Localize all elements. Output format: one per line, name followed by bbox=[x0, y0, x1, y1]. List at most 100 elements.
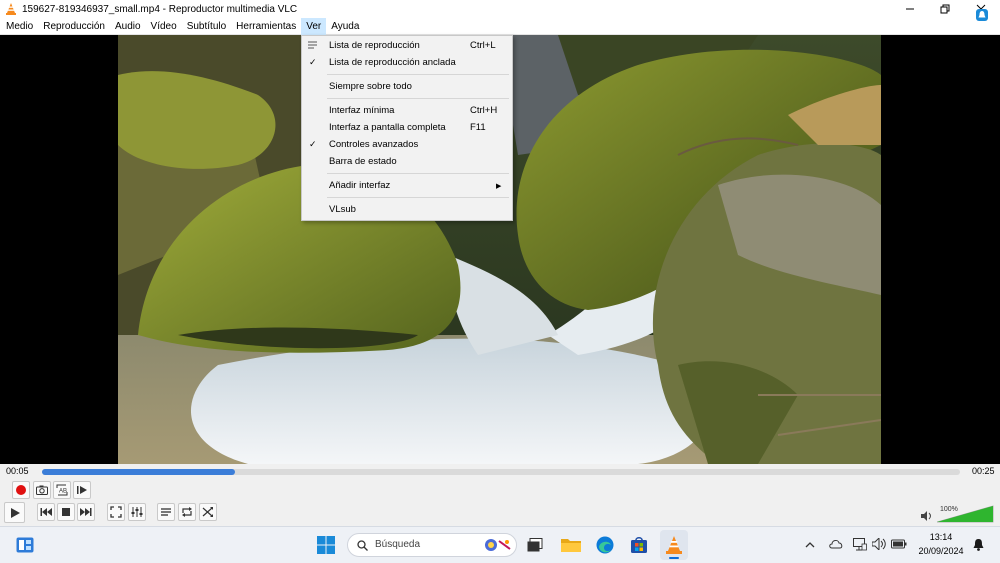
menu-item-shortcut: Ctrl+H bbox=[470, 105, 498, 116]
menu-herramientas[interactable]: Herramientas bbox=[231, 18, 301, 35]
store-button[interactable] bbox=[629, 535, 649, 555]
menu-item-label: Controles avanzados bbox=[329, 139, 419, 150]
shuffle-icon bbox=[202, 507, 213, 517]
battery-icon[interactable] bbox=[891, 539, 907, 549]
playlist-button[interactable] bbox=[157, 503, 175, 521]
minimize-icon bbox=[906, 8, 914, 10]
loop-button[interactable] bbox=[178, 503, 196, 521]
loop-ab-button[interactable]: AB bbox=[53, 481, 71, 499]
checkmark-icon: ✓ bbox=[309, 57, 317, 67]
vlc-taskbar-button[interactable] bbox=[660, 530, 688, 560]
windows-logo-icon bbox=[317, 536, 335, 554]
edge-browser-icon bbox=[596, 536, 614, 554]
play-button[interactable] bbox=[4, 502, 25, 523]
menu-item-shortcut: Ctrl+L bbox=[470, 40, 496, 51]
menu-medio[interactable]: Medio bbox=[0, 18, 38, 35]
record-button[interactable] bbox=[12, 481, 30, 499]
search-placeholder: Búsqueda bbox=[375, 539, 421, 550]
start-button[interactable] bbox=[316, 535, 336, 555]
folder-icon bbox=[561, 539, 581, 552]
file-explorer-button[interactable] bbox=[561, 535, 581, 555]
menu-item-label: Lista de reproducción bbox=[329, 40, 420, 51]
menu-item-always-on-top[interactable]: Siempre sobre todo bbox=[302, 78, 512, 95]
active-indicator bbox=[669, 557, 679, 559]
menu-item-status-bar[interactable]: Barra de estado bbox=[302, 153, 512, 170]
menu-item-playlist[interactable]: Lista de reproducción Ctrl+L bbox=[302, 37, 512, 54]
clock-time[interactable]: 13:14 bbox=[916, 532, 966, 542]
snapshot-button[interactable] bbox=[33, 481, 51, 499]
task-view-button[interactable] bbox=[525, 535, 545, 555]
menu-separator bbox=[327, 197, 509, 198]
menu-item-label: Lista de reproducción anclada bbox=[329, 57, 456, 68]
widgets-icon bbox=[16, 537, 34, 553]
menu-reproduccion[interactable]: Reproducción bbox=[38, 18, 110, 35]
extended-settings-button[interactable] bbox=[128, 503, 146, 521]
equalizer-icon bbox=[131, 507, 143, 517]
previous-icon bbox=[40, 508, 52, 516]
menu-item-label: Interfaz a pantalla completa bbox=[329, 122, 446, 133]
notification-badge-icon[interactable] bbox=[975, 8, 989, 22]
menu-separator bbox=[327, 98, 509, 99]
search-icon bbox=[357, 540, 368, 551]
stop-icon bbox=[62, 508, 70, 516]
menu-item-fullscreen-interface[interactable]: Interfaz a pantalla completa F11 bbox=[302, 119, 512, 136]
menu-item-label: VLsub bbox=[329, 204, 356, 215]
fullscreen-button[interactable] bbox=[107, 503, 125, 521]
chevron-up-icon[interactable] bbox=[805, 541, 815, 548]
network-monitor-icon[interactable] bbox=[853, 538, 867, 551]
menu-bar: Medio Reproducción Audio Vídeo Subtítulo… bbox=[0, 17, 1000, 35]
shuffle-button[interactable] bbox=[199, 503, 217, 521]
camera-icon bbox=[36, 485, 48, 495]
restore-icon bbox=[940, 4, 950, 14]
minimize-button[interactable] bbox=[895, 0, 925, 18]
onedrive-cloud-icon[interactable] bbox=[829, 539, 843, 549]
widgets-button[interactable] bbox=[15, 535, 35, 555]
restore-button[interactable] bbox=[930, 0, 960, 18]
record-icon bbox=[16, 485, 26, 495]
volume-tray-icon[interactable] bbox=[872, 538, 886, 550]
speaker-icon[interactable] bbox=[921, 511, 932, 521]
taskbar: Búsqueda 13:14 20/09/2024 bbox=[0, 526, 1000, 563]
notification-bell-icon[interactable] bbox=[973, 538, 984, 551]
svg-text:AB: AB bbox=[59, 489, 67, 495]
menu-video[interactable]: Vídeo bbox=[146, 18, 182, 35]
taskbar-search[interactable]: Búsqueda bbox=[347, 533, 517, 557]
menu-audio[interactable]: Audio bbox=[110, 18, 146, 35]
elapsed-time: 00:05 bbox=[6, 466, 29, 476]
next-button[interactable] bbox=[77, 503, 95, 521]
menu-item-advanced-controls[interactable]: ✓ Controles avanzados bbox=[302, 136, 512, 153]
vlc-window: 159627-819346937_small.mp4 - Reproductor… bbox=[0, 0, 1000, 563]
menu-item-vlsub[interactable]: VLsub bbox=[302, 201, 512, 218]
menu-item-label: Siempre sobre todo bbox=[329, 81, 412, 92]
seek-row: 00:05 00:25 bbox=[0, 464, 1000, 478]
loop-icon bbox=[182, 507, 192, 517]
menu-item-shortcut: F11 bbox=[470, 122, 486, 133]
previous-button[interactable] bbox=[37, 503, 55, 521]
menu-item-label: Añadir interfaz bbox=[329, 180, 391, 191]
menu-item-add-interface[interactable]: Añadir interfaz ▶ bbox=[302, 177, 512, 194]
checkmark-icon: ✓ bbox=[309, 139, 317, 149]
vlc-cone-icon bbox=[666, 536, 682, 554]
submenu-arrow-icon: ▶ bbox=[496, 182, 502, 190]
title-bar: 159627-819346937_small.mp4 - Reproductor… bbox=[0, 0, 1000, 18]
menu-subtitulo[interactable]: Subtítulo bbox=[182, 18, 231, 35]
menu-item-label: Interfaz mínima bbox=[329, 105, 395, 116]
loop-ab-icon: AB bbox=[56, 484, 68, 496]
frame-step-icon bbox=[77, 486, 87, 494]
play-icon bbox=[10, 507, 20, 518]
menu-item-minimal-interface[interactable]: Interfaz mínima Ctrl+H bbox=[302, 102, 512, 119]
volume-slider[interactable] bbox=[937, 505, 995, 523]
menu-separator bbox=[327, 74, 509, 75]
stop-button[interactable] bbox=[57, 503, 75, 521]
menu-ayuda[interactable]: Ayuda bbox=[326, 18, 364, 35]
next-icon bbox=[80, 508, 92, 516]
menu-item-label: Barra de estado bbox=[329, 156, 397, 167]
clock-date[interactable]: 20/09/2024 bbox=[912, 546, 970, 556]
menu-ver[interactable]: Ver bbox=[301, 17, 327, 35]
playlist-icon bbox=[308, 41, 317, 49]
edge-button[interactable] bbox=[595, 535, 615, 555]
menu-item-docked-playlist[interactable]: ✓ Lista de reproducción anclada bbox=[302, 54, 512, 71]
frame-step-button[interactable] bbox=[73, 481, 91, 499]
vlc-logo-icon bbox=[6, 3, 16, 15]
microsoft-store-icon bbox=[631, 537, 647, 553]
